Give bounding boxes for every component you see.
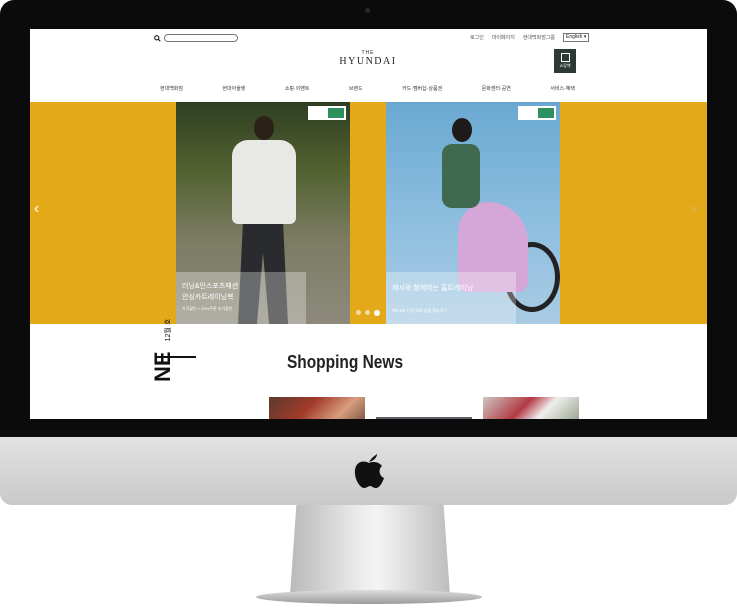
banner-slide-running[interactable]: 러닝&인스포츠패션 안심카트레이닝복 가격할인 + 20%쿠폰 추가할인 <box>176 102 350 324</box>
caption-title-line1: 러닝&인스포츠패션 <box>182 283 239 290</box>
carousel-dot-active[interactable] <box>374 310 380 316</box>
apple-logo-icon <box>354 454 384 488</box>
camera-dot <box>365 8 370 13</box>
runner-figure-head <box>254 116 274 140</box>
carousel-dot[interactable] <box>365 310 370 315</box>
nav-item-brand[interactable]: 브랜드 <box>349 85 363 92</box>
carousel-dots <box>356 310 380 316</box>
shopping-bag-button[interactable]: 쇼핑백 <box>554 49 576 73</box>
caption-title-line1: 제시와 함께하는 홈트레이닝 <box>392 285 474 292</box>
athlete-figure-top <box>442 144 480 208</box>
search-icon[interactable] <box>154 34 161 42</box>
shopping-bag-label: 쇼핑백 <box>559 63 571 68</box>
nav-item-culture[interactable]: 문화센터·공연 <box>482 85 511 92</box>
banner-carousel: ‹ › 러닝&인스포츠패션 안심카트레이닝복 가격할인 + 20%쿠폰 추가할인… <box>30 102 707 324</box>
nav-item-shopping-event[interactable]: 쇼핑·이벤트 <box>285 85 310 92</box>
search-bar[interactable] <box>154 33 238 43</box>
website-screen: 로그인 마이페이지 현대백화점그룹 English ▾ THE HYUNDAI … <box>30 29 707 419</box>
caption-subtitle: 헤드&바 단독 피트 상품 캠스기구 <box>392 308 447 313</box>
section-title: Shopping News <box>286 352 404 372</box>
monitor-stand <box>290 505 450 595</box>
shopping-bag-icon <box>560 53 570 62</box>
login-link[interactable]: 로그인 <box>470 34 484 41</box>
vertical-heading-text: NE <box>150 351 175 382</box>
nav-item-card-membership[interactable]: 카드·멤버십·상품권 <box>402 85 442 92</box>
nav-item-outlet[interactable]: 현대아울렛 <box>222 85 245 92</box>
mypage-link[interactable]: 마이페이지 <box>492 34 515 41</box>
nav-item-department-store[interactable]: 현대백화점 <box>160 85 183 92</box>
vertical-subheading: 12월 호 <box>165 318 172 342</box>
news-thumbnail[interactable] <box>483 397 579 419</box>
logo[interactable]: HYUNDAI <box>330 56 406 67</box>
main-nav: 현대백화점 현대아울렛 쇼핑·이벤트 브랜드 카드·멤버십·상품권 문화센터·공… <box>160 85 575 92</box>
banner-slide-hometraining[interactable]: 제시와 함께하는 홈트레이닝 헤드&바 단독 피트 상품 캠스기구 <box>386 102 560 324</box>
nav-item-service[interactable]: 서비스·혜택 <box>550 85 575 92</box>
caption-subtitle: 가격할인 + 20%쿠폰 추가할인 <box>182 306 233 311</box>
utility-menu: 로그인 마이페이지 현대백화점그룹 English ▾ <box>470 33 590 42</box>
chevron-left-icon[interactable]: ‹ <box>34 200 39 218</box>
vertical-heading: NE 12월 호 <box>150 319 176 382</box>
group-link[interactable]: 현대백화점그룹 <box>523 34 555 41</box>
athlete-figure-head <box>452 118 472 142</box>
language-select[interactable]: English ▾ <box>563 33 590 42</box>
banner-caption: 제시와 함께하는 홈트레이닝 헤드&바 단독 피트 상품 캠스기구 <box>386 272 516 324</box>
brand-tag <box>308 106 346 120</box>
runner-figure-jacket <box>232 140 296 224</box>
brand-tag <box>518 106 556 120</box>
chevron-right-icon[interactable]: › <box>691 200 696 218</box>
news-thumbnail[interactable] <box>376 417 472 419</box>
language-value: English <box>566 34 583 40</box>
news-thumbnail[interactable] <box>269 397 365 419</box>
carousel-dot[interactable] <box>356 310 361 315</box>
caption-title-line2: 안심카트레이닝복 <box>182 294 234 301</box>
banner-caption: 러닝&인스포츠패션 안심카트레이닝복 가격할인 + 20%쿠폰 추가할인 <box>176 272 306 324</box>
monitor-stand-base <box>256 590 482 604</box>
search-input[interactable] <box>164 34 238 42</box>
